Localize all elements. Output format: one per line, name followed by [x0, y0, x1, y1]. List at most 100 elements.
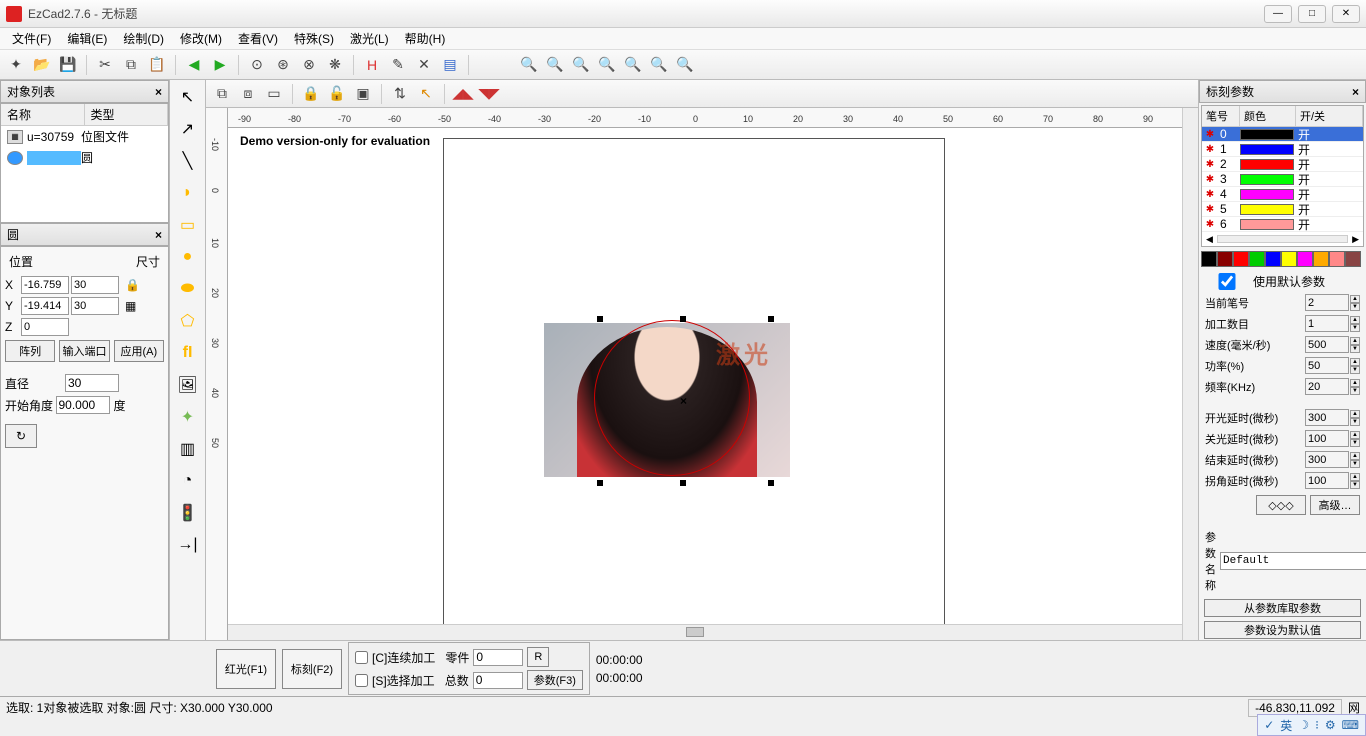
pen-row[interactable]: ✱6开: [1202, 217, 1363, 232]
opt-icon[interactable]: ⁝: [1315, 718, 1319, 732]
menu-laser[interactable]: 激光(L): [342, 28, 397, 49]
count-input[interactable]: [1305, 315, 1349, 332]
input-port-button[interactable]: 输入端口: [59, 340, 109, 362]
zoom-win-icon[interactable]: 🔍: [673, 53, 697, 77]
save-default-button[interactable]: 参数设为默认值: [1204, 621, 1361, 639]
timer-tool-icon[interactable]: ◔: [175, 468, 201, 494]
ime-taskbar[interactable]: ✓ 英 ☽ ⁝ ⚙ ⌨: [1257, 714, 1366, 736]
power-input[interactable]: [1305, 357, 1349, 374]
param-name-input[interactable]: [1220, 552, 1366, 570]
snap-icon[interactable]: ⊙: [245, 53, 269, 77]
current-pen-input[interactable]: [1305, 294, 1349, 311]
total-input[interactable]: [473, 672, 523, 689]
continuous-checkbox[interactable]: [355, 651, 368, 664]
handle[interactable]: [680, 480, 686, 486]
palette-swatch[interactable]: [1217, 251, 1233, 267]
handle[interactable]: [768, 316, 774, 322]
end-delay-input[interactable]: [1305, 451, 1349, 468]
mirror-h-icon[interactable]: ◢◣: [451, 82, 475, 106]
snap3-icon[interactable]: ⊗: [297, 53, 321, 77]
scroll-right-icon[interactable]: ▶: [1352, 234, 1359, 245]
unlock-icon[interactable]: 🔓: [325, 82, 349, 106]
object-row[interactable]: ▦ u=30759 位图文件: [1, 126, 168, 147]
snap4-icon[interactable]: ❋: [323, 53, 347, 77]
circle-tool-icon[interactable]: ●: [175, 244, 201, 270]
menu-special[interactable]: 特殊(S): [286, 28, 342, 49]
anchor-icon[interactable]: ▦: [125, 299, 136, 313]
hatch-icon[interactable]: H: [360, 53, 384, 77]
handle[interactable]: [597, 480, 603, 486]
polygon-tool-icon[interactable]: ⬠: [175, 308, 201, 334]
ungroup-icon[interactable]: ⧈: [236, 82, 260, 106]
node-tool-icon[interactable]: ↗: [175, 116, 201, 142]
barcode-tool-icon[interactable]: ▥: [175, 436, 201, 462]
ime-lang[interactable]: 英: [1280, 717, 1292, 734]
menu-edit[interactable]: 编辑(E): [59, 28, 115, 49]
line-tool-icon[interactable]: ╲: [175, 148, 201, 174]
object-list[interactable]: 名称 类型 ▦ u=30759 位图文件 圆: [0, 103, 169, 223]
palette-swatch[interactable]: [1313, 251, 1329, 267]
layer-icon[interactable]: ▣: [351, 82, 375, 106]
redo-icon[interactable]: ▶: [208, 53, 232, 77]
menu-view[interactable]: 查看(V): [230, 28, 286, 49]
group-icon[interactable]: ⧉: [210, 82, 234, 106]
curve-tool-icon[interactable]: ◗: [175, 180, 201, 206]
palette-swatch[interactable]: [1265, 251, 1281, 267]
palette-swatch[interactable]: [1233, 251, 1249, 267]
text-tool-icon[interactable]: fI: [175, 340, 201, 366]
apply-button[interactable]: 应用(A): [114, 340, 164, 362]
z-pos-input[interactable]: [21, 318, 69, 336]
open-icon[interactable]: 📂: [30, 53, 54, 77]
mark-button[interactable]: 标刻(F2): [282, 649, 342, 689]
order-icon[interactable]: ⇅: [388, 82, 412, 106]
scroll-left-icon[interactable]: ◀: [1206, 234, 1213, 245]
gear-icon[interactable]: ⚙: [1325, 718, 1336, 732]
list-icon[interactable]: ▤: [438, 53, 462, 77]
close-button[interactable]: ✕: [1332, 5, 1360, 23]
io-tool-icon[interactable]: 🚦: [175, 500, 201, 526]
vector-tool-icon[interactable]: ✦: [175, 404, 201, 430]
use-default-checkbox[interactable]: [1205, 273, 1249, 290]
r-button[interactable]: R: [527, 647, 549, 667]
params-button[interactable]: 参数(F3): [527, 670, 583, 690]
tool-icon[interactable]: ✎: [386, 53, 410, 77]
y-pos-input[interactable]: [21, 297, 69, 315]
select-mark-checkbox[interactable]: [355, 674, 368, 687]
horizontal-scrollbar[interactable]: [228, 624, 1182, 640]
keyboard-icon[interactable]: ⌨: [1342, 718, 1359, 732]
canvas[interactable]: Demo version-only for evaluation 激光 ×: [228, 128, 1182, 624]
lock-icon[interactable]: 🔒: [299, 82, 323, 106]
maximize-button[interactable]: □: [1298, 5, 1326, 23]
vertical-scrollbar[interactable]: [1182, 108, 1198, 640]
lock-icon[interactable]: 🔒: [125, 278, 140, 292]
zoom-all-icon[interactable]: 🔍: [621, 53, 645, 77]
align-icon[interactable]: ▭: [262, 82, 286, 106]
menu-file[interactable]: 文件(F): [4, 28, 59, 49]
menu-draw[interactable]: 绘制(D): [115, 28, 172, 49]
settings-icon[interactable]: ✕: [412, 53, 436, 77]
diameter-input[interactable]: [65, 374, 119, 392]
new-icon[interactable]: ✦: [4, 53, 28, 77]
corner-delay-input[interactable]: [1305, 472, 1349, 489]
refresh-button[interactable]: ↻: [5, 424, 37, 448]
adv-button-1[interactable]: ◇◇◇: [1256, 495, 1306, 515]
copy-icon[interactable]: ⧉: [119, 53, 143, 77]
close-panel-icon[interactable]: ×: [155, 85, 162, 99]
moon-icon[interactable]: ☽: [1298, 718, 1309, 732]
handle[interactable]: [768, 480, 774, 486]
image-tool-icon[interactable]: 🖼: [175, 372, 201, 398]
red-light-button[interactable]: 红光(F1): [216, 649, 276, 689]
snap2-icon[interactable]: ⊛: [271, 53, 295, 77]
menu-modify[interactable]: 修改(M): [172, 28, 230, 49]
load-params-button[interactable]: 从参数库取参数: [1204, 599, 1361, 617]
select-tool-icon[interactable]: ↖: [175, 84, 201, 110]
save-icon[interactable]: 💾: [56, 53, 80, 77]
on-delay-input[interactable]: [1305, 409, 1349, 426]
close-panel-icon[interactable]: ×: [155, 228, 162, 242]
x-pos-input[interactable]: [21, 276, 69, 294]
object-row[interactable]: 圆: [1, 147, 168, 168]
palette-swatch[interactable]: [1297, 251, 1313, 267]
cut-icon[interactable]: ✂: [93, 53, 117, 77]
advanced-button[interactable]: 高级…: [1310, 495, 1360, 515]
parts-input[interactable]: [473, 649, 523, 666]
